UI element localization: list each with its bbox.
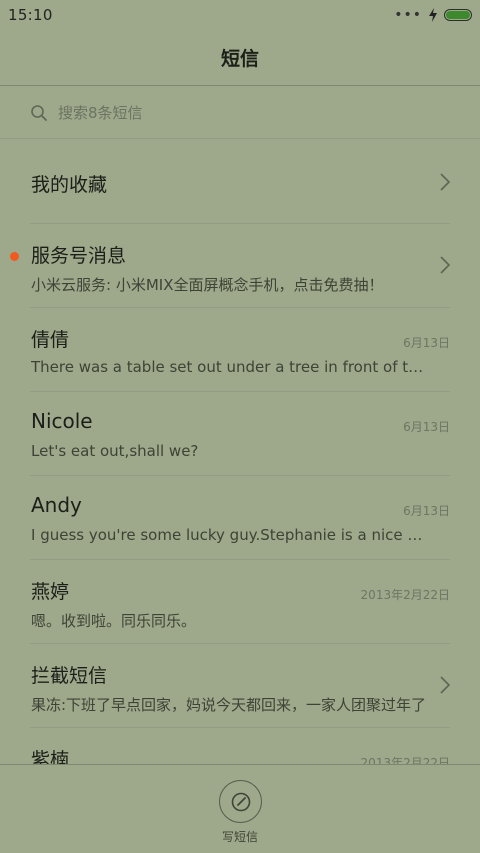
conversation-title: 拦截短信 <box>31 665 108 687</box>
conversation-list[interactable]: 我的收藏 服务号消息 小米云服务: 小米MIX全面屏概念手机，点击免费抽！ 倩倩… <box>0 140 480 764</box>
conversation-row-yanting[interactable]: 燕婷 2013年2月22日 嗯。收到啦。同乐同乐。 <box>30 560 450 644</box>
conversation-title: Nicole <box>31 409 93 433</box>
favorites-row[interactable]: 我的收藏 <box>30 140 450 224</box>
bottom-bar: 写短信 <box>0 764 480 853</box>
battery-icon <box>444 9 472 21</box>
search-bar[interactable] <box>0 87 480 139</box>
conversation-title: 紫楠 <box>31 749 70 764</box>
conversation-title: 倩倩 <box>31 329 70 351</box>
favorites-label: 我的收藏 <box>31 174 108 196</box>
conversation-snippet: 果冻:下班了早点回家，妈说今天都回来，一家人团聚过年了 <box>31 696 427 714</box>
conversation-row-service[interactable]: 服务号消息 小米云服务: 小米MIX全面屏概念手机，点击免费抽！ <box>10 224 450 308</box>
conversation-snippet: There was a table set out under a tree i… <box>31 358 431 376</box>
conversation-title: 服务号消息 <box>31 245 127 267</box>
compose-icon <box>231 792 250 811</box>
sms-app-screen: 15:10 ••• 短信 我的收藏 <box>0 0 480 853</box>
conversation-title: Andy <box>31 493 82 517</box>
conversation-snippet: Let's eat out,shall we? <box>31 442 199 460</box>
chevron-right-icon <box>440 256 450 274</box>
status-time: 15:10 <box>8 6 53 24</box>
conversation-snippet: 小米云服务: 小米MIX全面屏概念手机，点击免费抽！ <box>31 276 384 294</box>
conversation-date: 2013年2月22日 <box>360 756 450 764</box>
status-icons: ••• <box>394 7 472 23</box>
charging-bolt-icon <box>429 8 437 22</box>
conversation-row-zinan[interactable]: 紫楠 2013年2月22日 <box>30 728 450 764</box>
conversation-snippet: 嗯。收到啦。同乐同乐。 <box>31 612 197 630</box>
chevron-right-icon <box>440 676 450 694</box>
page-title: 短信 <box>220 48 259 70</box>
search-icon <box>31 104 47 121</box>
conversation-date: 6月13日 <box>403 504 450 518</box>
conversation-date: 6月13日 <box>403 336 450 350</box>
app-header: 短信 <box>0 30 480 86</box>
conversation-row-andy[interactable]: Andy 6月13日 I guess you're some lucky guy… <box>30 476 450 560</box>
compose-button[interactable] <box>219 780 262 823</box>
compose-label: 写短信 <box>221 830 258 844</box>
conversation-row-nicole[interactable]: Nicole 6月13日 Let's eat out,shall we? <box>30 392 450 476</box>
search-input[interactable] <box>58 103 438 122</box>
chevron-right-icon <box>440 173 450 191</box>
conversation-row-qianqian[interactable]: 倩倩 6月13日 There was a table set out under… <box>30 308 450 392</box>
battery-fill <box>446 11 470 19</box>
conversation-row-blocked[interactable]: 拦截短信 果冻:下班了早点回家，妈说今天都回来，一家人团聚过年了 <box>30 644 450 728</box>
status-bar: 15:10 ••• <box>0 0 480 30</box>
conversation-title: 燕婷 <box>31 581 70 603</box>
conversation-snippet: I guess you're some lucky guy.Stephanie … <box>31 526 431 544</box>
conversation-date: 2013年2月22日 <box>360 588 450 602</box>
signal-dots-icon: ••• <box>394 7 422 23</box>
unread-dot <box>10 252 19 261</box>
conversation-date: 6月13日 <box>403 420 450 434</box>
